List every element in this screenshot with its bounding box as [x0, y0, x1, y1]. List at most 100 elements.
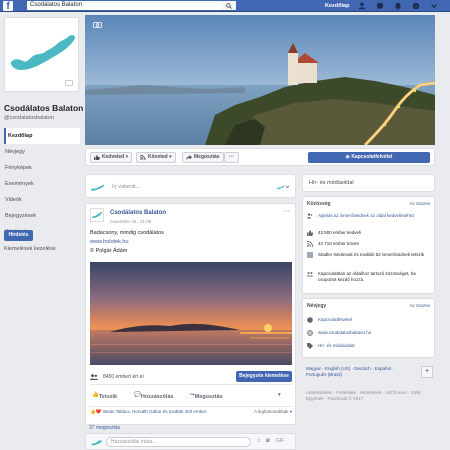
about-website-row[interactable]: www.csodalatosbalaton.hu	[307, 330, 430, 336]
like-page-button[interactable]: Kedveled ▾	[90, 152, 133, 163]
cover-photo[interactable]	[85, 15, 435, 145]
nav-item-about[interactable]: Névjegy	[4, 144, 80, 160]
about-heading: Névjegy	[307, 303, 327, 309]
page-handle[interactable]: @csodalatosbalaton	[4, 115, 54, 121]
page-title: Csodálatos Balaton	[4, 103, 84, 113]
boost-post-button[interactable]: Bejegyzés kiemelése	[236, 371, 292, 382]
followers-count-row: 42 710 ember követi	[306, 240, 430, 248]
about-card: Névjegy Az összes Kapcsolatfelvétel www.…	[302, 298, 435, 358]
post-link[interactable]: www.holotek.hu	[90, 238, 164, 247]
invite-icon	[307, 213, 313, 219]
add-language-button[interactable]: +	[421, 366, 433, 378]
page-action-bar: Kedveled ▾ Követed ▾ Megosztás ··· ◉ Kap…	[85, 148, 435, 166]
followers-count-text: 42 710 ember követi	[318, 241, 359, 246]
share-page-button[interactable]: Megosztás	[182, 152, 224, 163]
likes-count-text: 43 500 ember kedveli	[318, 230, 362, 235]
post-composer[interactable]: Írj valamit...	[85, 174, 296, 198]
account-menu-icon[interactable]	[430, 2, 438, 10]
search-input[interactable]: Csodálatos Balaton	[27, 1, 222, 10]
search-button[interactable]	[222, 1, 236, 10]
groups-icon	[307, 271, 313, 277]
likes-count-row: 43 500 ember kedveli	[307, 230, 430, 236]
likers-link[interactable]: István Takács, Horváth Gábor és további …	[102, 409, 206, 414]
like-page-label: Kedveled	[102, 154, 125, 160]
about-category-row[interactable]: Hír- és médiaoldal	[307, 343, 430, 349]
nav-item-photos[interactable]: Fényképek	[4, 160, 80, 176]
messages-icon[interactable]	[376, 2, 384, 10]
post-photo[interactable]	[90, 262, 292, 365]
tag-icon	[307, 343, 313, 349]
about-see-all-link[interactable]: Az összes	[409, 303, 430, 308]
thumbs-up-icon	[94, 155, 100, 160]
send-message-button[interactable]: ◉ Kapcsolatfelvétel	[308, 152, 430, 163]
page-profile-picture[interactable]	[4, 17, 79, 92]
language-links[interactable]: Magyar · English (US) · Deutsch · Españo…	[306, 366, 412, 378]
nav-item-events[interactable]: Események	[4, 176, 80, 192]
camera-icon[interactable]: ◙	[266, 438, 270, 444]
sunset-photo	[90, 262, 292, 365]
cover-camera-icon[interactable]	[93, 21, 102, 28]
community-see-all-link[interactable]: Az összes	[409, 201, 430, 206]
friends-like-row[interactable]: Stadler Istvánnak és további 52 ismerősö…	[307, 252, 430, 258]
reaction-icons: 👍❤️	[90, 409, 103, 414]
share-page-label: Megosztás	[194, 154, 220, 160]
comment-input[interactable]: Hozzászólás írása...	[106, 437, 251, 447]
manage-promotions-link[interactable]: Kiemelések kezelése	[4, 246, 56, 252]
page-avatar-icon	[91, 184, 105, 191]
camera-icon[interactable]	[65, 80, 73, 86]
post-insights-row: 8450 embert ért el Bejegyzés kiemelése	[90, 371, 292, 385]
like-post-button[interactable]: 👍 Tetszik	[92, 392, 117, 400]
page-category-card: Hír- és médiaoldal	[302, 174, 435, 192]
facebook-logo-icon[interactable]: f	[3, 1, 13, 11]
groups-row[interactable]: Kapcsolatban az oldalhoz tartozó közössé…	[307, 271, 430, 283]
search-icon	[226, 3, 232, 9]
comment-post-button[interactable]: 💬 Hozzászólás	[134, 392, 174, 400]
share-post-button[interactable]: ↪ Megosztás	[190, 392, 223, 400]
post-shares-count[interactable]: 37 megosztás	[89, 425, 120, 431]
post-timestamp[interactable]: november 26., 21:09 ·	[110, 219, 154, 224]
composer-input[interactable]: Írj valamit...	[112, 184, 140, 190]
page-category[interactable]: Hír- és médiaoldal	[309, 180, 354, 186]
nav-item-videos[interactable]: Videók	[4, 192, 80, 208]
post-author-avatar[interactable]	[90, 208, 104, 222]
emoji-icon[interactable]: ☺	[256, 438, 262, 444]
help-icon[interactable]: ?	[412, 2, 420, 10]
notifications-icon[interactable]	[394, 2, 402, 10]
nav-item-posts[interactable]: Bejegyzések	[4, 208, 80, 224]
people-icon	[90, 374, 98, 380]
svg-text:?: ?	[415, 4, 418, 10]
cover-image	[85, 15, 435, 145]
invite-friends-text: Ajánlás az ismerőseidnek az oldal kedvel…	[318, 213, 415, 218]
like-post-label: Tetszik	[98, 394, 118, 400]
post-text-line: Badacsony, mindig csodálatos	[90, 230, 164, 236]
share-post-label: Megosztás	[194, 394, 223, 400]
rss-icon	[306, 240, 314, 248]
commenter-avatar-icon	[91, 440, 102, 446]
share-icon	[186, 155, 192, 160]
about-contact-text: Kapcsolatfelvétel	[318, 317, 353, 322]
post-as-selector-icon[interactable]	[277, 184, 289, 190]
about-contact-row[interactable]: Kapcsolatfelvétel	[307, 317, 430, 323]
promote-button[interactable]: Hirdetés	[4, 230, 33, 241]
community-card: Közösség Az összes Ajánlás az ismerőseid…	[302, 196, 435, 294]
community-heading: Közösség	[307, 201, 331, 207]
follow-page-label: Követed	[148, 154, 168, 160]
post-credit: © Polgár Ádám	[90, 248, 128, 254]
nav-item-home[interactable]: Kezdőlap	[4, 128, 80, 144]
post-reach[interactable]: 8450 embert ért el	[103, 374, 144, 380]
post-as-selector[interactable]: ▾	[278, 392, 281, 398]
friend-requests-icon[interactable]	[358, 2, 366, 10]
post-options-button[interactable]: ···	[283, 208, 290, 215]
follow-page-button[interactable]: Követed ▾	[136, 152, 176, 163]
post-likes-summary: 👍❤️ István Takács, Horváth Gábor és tová…	[90, 406, 292, 418]
nav-home-link[interactable]: Kezdőlap	[325, 0, 349, 12]
invite-friends-row[interactable]: Ajánlás az ismerőseidnek az oldal kedvel…	[307, 213, 430, 219]
footer-links[interactable]: Adatvédelem · Feltételek · Hirdetések · …	[306, 390, 434, 402]
about-website-text: www.csodalatosbalaton.hu	[318, 330, 372, 335]
post-author-name[interactable]: Csodálatos Balaton	[110, 210, 166, 216]
friends-like-text: Stadler Istvánnak és további 52 ismerősö…	[318, 252, 425, 257]
more-options-button[interactable]: ···	[224, 152, 239, 163]
comment-sort-dropdown[interactable]: A legfontosabbak ▾	[254, 409, 292, 415]
gif-icon[interactable]: GIF	[276, 438, 284, 444]
left-navigation: Kezdőlap Névjegy Fényképek Események Vid…	[4, 128, 80, 240]
